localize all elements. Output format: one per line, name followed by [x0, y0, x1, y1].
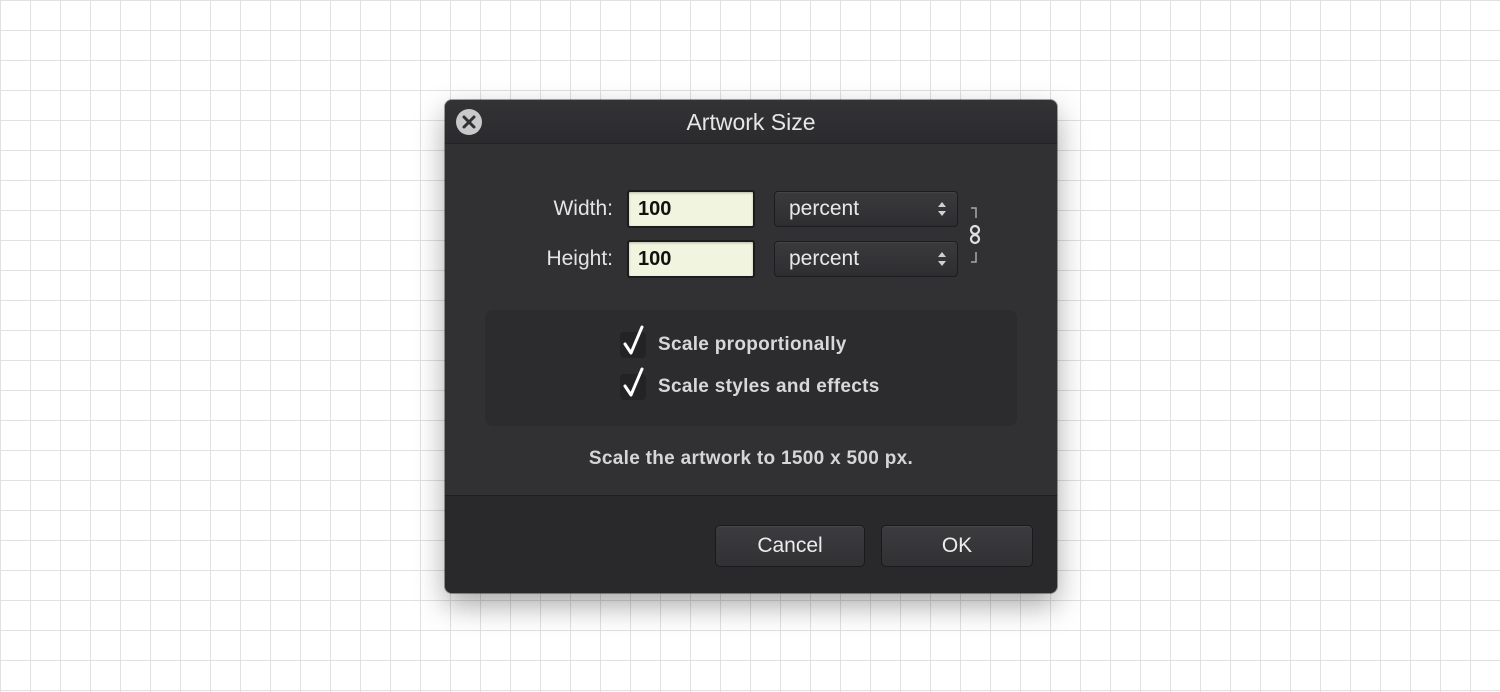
select-arrows-icon — [938, 252, 946, 266]
select-arrows-icon — [938, 202, 946, 216]
dialog-title: Artwork Size — [686, 109, 816, 135]
scale-styles-label: Scale styles and effects — [658, 376, 880, 397]
scale-proportionally-option[interactable]: Scale proportionally — [620, 325, 847, 358]
scale-styles-option[interactable]: Scale styles and effects — [620, 367, 880, 400]
scale-info-text: Scale the artwork to 1500 x 500 px. — [588, 448, 914, 469]
cancel-button[interactable]: Cancel — [715, 525, 865, 567]
width-input[interactable] — [627, 190, 755, 228]
height-input[interactable] — [627, 240, 755, 278]
ok-button[interactable]: OK — [881, 525, 1033, 567]
height-label: Height: — [546, 247, 613, 270]
checkmark-icon — [623, 367, 644, 397]
scale-proportionally-checkbox[interactable] — [620, 325, 646, 358]
scale-options-panel: Scale proportionally Scale styles and ef… — [485, 310, 1017, 426]
chain-link-icon[interactable] — [968, 206, 982, 269]
width-unit-select[interactable]: percent — [774, 191, 958, 227]
close-button[interactable] — [456, 109, 482, 135]
dialog-footer: Cancel OK — [445, 495, 1057, 593]
width-label: Width: — [553, 197, 613, 220]
height-unit-select[interactable]: percent — [774, 241, 958, 277]
dialog-titlebar: Artwork Size — [445, 100, 1057, 144]
artwork-size-dialog: Artwork Size Width: percent Height: perc… — [445, 100, 1057, 593]
close-x-icon — [462, 115, 476, 129]
scale-styles-checkbox[interactable] — [620, 367, 646, 400]
scale-proportionally-label: Scale proportionally — [658, 334, 847, 355]
checkmark-icon — [623, 325, 644, 355]
height-unit-value: percent — [789, 247, 860, 270]
width-unit-value: percent — [789, 197, 860, 220]
